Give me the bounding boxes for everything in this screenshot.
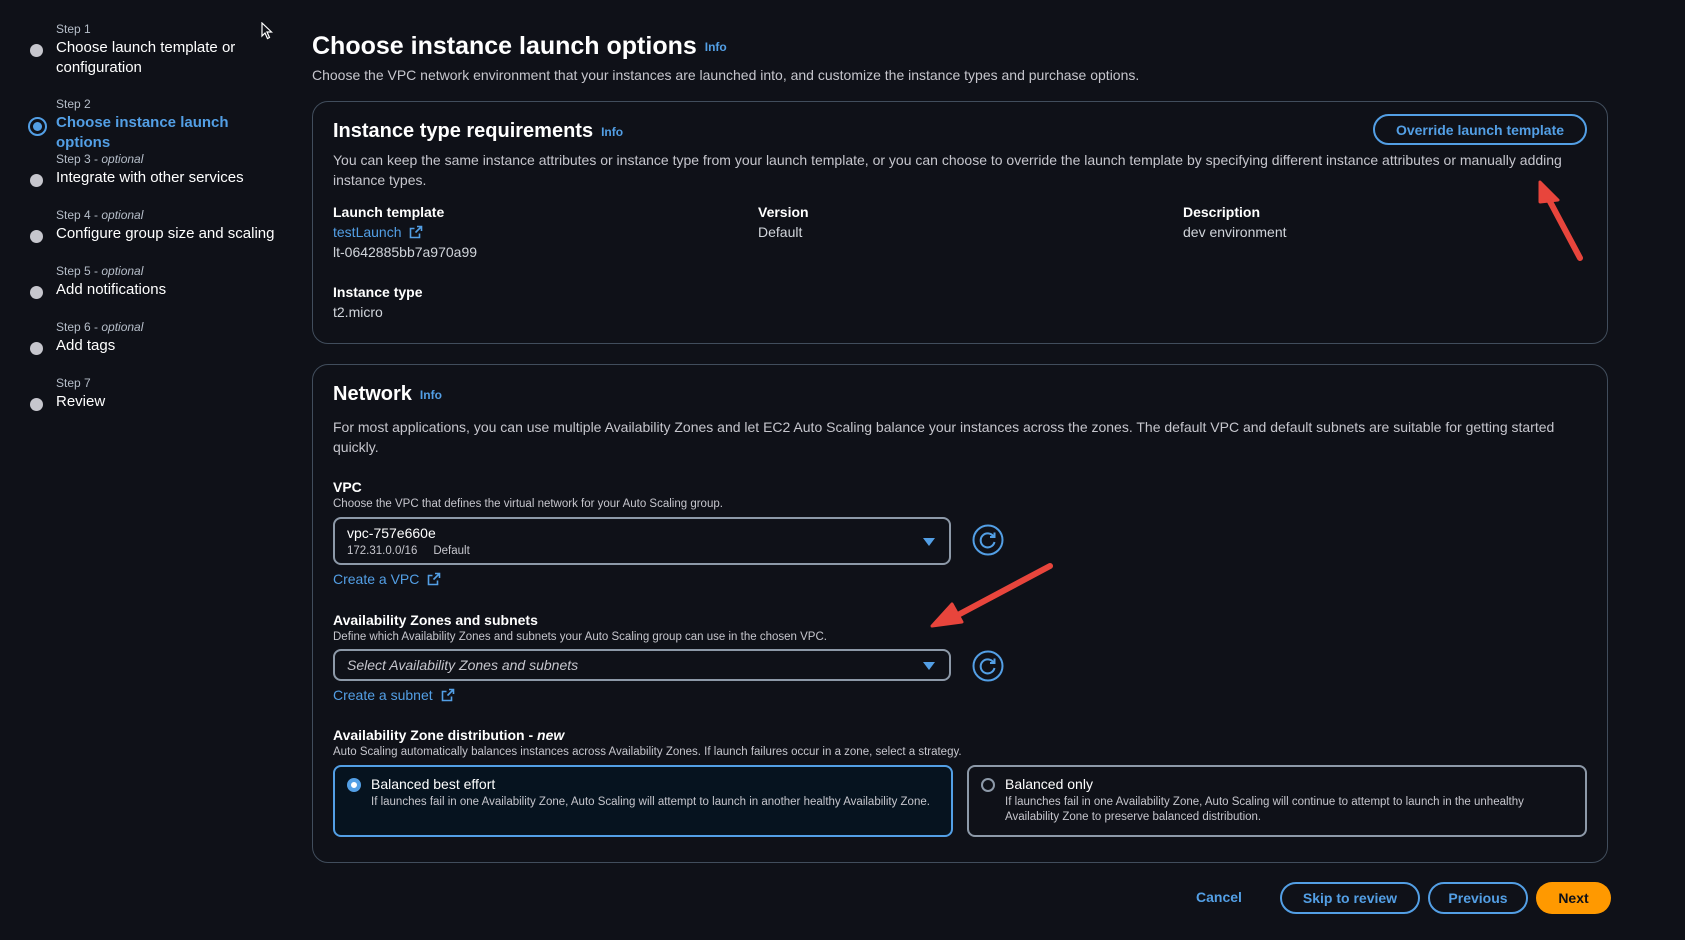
vpc-description: Choose the VPC that defines the virtual …: [333, 498, 723, 510]
step-6-number: Step 6 - optional: [56, 320, 144, 334]
step-4-number: Step 4 - optional: [56, 208, 144, 222]
launch-template-id: lt-0642885bb7a970a99: [333, 244, 478, 260]
network-description: For most applications, you can use multi…: [333, 419, 1555, 455]
balanced-only-description: If launches fail in one Availability Zon…: [1005, 796, 1524, 823]
skip-to-review-button[interactable]: Skip to review: [1280, 882, 1420, 914]
page-title: Choose instance launch options Info: [312, 32, 727, 60]
az-description: Define which Availability Zones and subn…: [333, 631, 827, 643]
chevron-down-icon: [923, 538, 935, 546]
cancel-button[interactable]: Cancel: [1190, 888, 1248, 906]
az-label: Availability Zones and subnets: [333, 612, 538, 628]
step-2-number: Step 2: [56, 97, 91, 111]
balanced-best-effort-radio[interactable]: [347, 778, 361, 792]
annotation-arrow-override-icon: [1538, 180, 1583, 261]
step-3-label[interactable]: Integrate with other services: [56, 168, 286, 188]
az-subnets-select[interactable]: Select Availability Zones and subnets: [333, 649, 951, 681]
step-2-indicator: [28, 117, 47, 136]
step-7-number: Step 7: [56, 376, 91, 390]
page-description: Choose the VPC network environment that …: [312, 67, 1140, 83]
step-5-indicator: [30, 286, 43, 299]
previous-button[interactable]: Previous: [1428, 882, 1528, 914]
instance-type-value: t2.micro: [333, 304, 383, 320]
az-refresh-icon[interactable]: [972, 650, 1004, 682]
vpc-label: VPC: [333, 479, 362, 495]
description-label: Description: [1183, 204, 1261, 220]
annotation-arrow-az-icon: [930, 563, 1053, 628]
step-5-label[interactable]: Add notifications: [56, 280, 286, 300]
vpc-selected-details: 172.31.0.0/16 Default: [347, 545, 470, 557]
az-placeholder: Select Availability Zones and subnets: [347, 657, 579, 673]
step-1[interactable]: Step 1 Choose launch template or configu…: [30, 22, 286, 78]
step-4-indicator: [30, 230, 43, 243]
chevron-down-icon: [923, 662, 935, 670]
version-label: Version: [758, 204, 809, 220]
override-launch-template-button[interactable]: Override launch template: [1373, 114, 1587, 145]
az-distribution-description: Auto Scaling automatically balances inst…: [333, 746, 962, 758]
mouse-cursor-icon: [261, 22, 273, 40]
instance-type-info-link[interactable]: Info: [601, 125, 623, 139]
step-6-indicator: [30, 342, 43, 355]
external-link-icon: [441, 688, 454, 702]
step-2-label[interactable]: Choose instance launch options: [56, 113, 286, 153]
description-value: dev environment: [1183, 224, 1287, 240]
step-5-number: Step 5 - optional: [56, 264, 144, 278]
step-1-indicator: [30, 44, 43, 57]
step-7-indicator: [30, 398, 43, 411]
balanced-best-effort-title: Balanced best effort: [371, 776, 496, 792]
create-vpc-link[interactable]: Create a VPC: [333, 571, 441, 587]
balanced-only-title: Balanced only: [1005, 776, 1093, 792]
version-value: Default: [758, 224, 803, 240]
step-3[interactable]: Step 3 - optional Integrate with other s…: [30, 152, 286, 188]
step-4-label[interactable]: Configure group size and scaling: [56, 224, 286, 244]
page-info-link[interactable]: Info: [705, 40, 727, 54]
step-6[interactable]: Step 6 - optional Add tags: [30, 320, 286, 356]
network-info-link[interactable]: Info: [420, 388, 442, 402]
step-2[interactable]: Step 2 Choose instance launch options: [28, 97, 286, 153]
step-5[interactable]: Step 5 - optional Add notifications: [30, 264, 286, 300]
vpc-select[interactable]: vpc-757e660e 172.31.0.0/16 Default: [333, 517, 951, 565]
step-6-label[interactable]: Add tags: [56, 336, 286, 356]
step-7[interactable]: Step 7 Review: [30, 376, 286, 412]
instance-type-description: You can keep the same instance attribute…: [333, 152, 1562, 188]
step-4[interactable]: Step 4 - optional Configure group size a…: [30, 208, 286, 244]
wizard-steps-nav: Step 1 Choose launch template or configu…: [0, 0, 290, 940]
balanced-best-effort-option[interactable]: Balanced best effort If launches fail in…: [333, 765, 953, 837]
step-3-number: Step 3 - optional: [56, 152, 144, 166]
instance-type-panel: Instance type requirements Info Override …: [312, 101, 1608, 344]
step-3-indicator: [30, 174, 43, 187]
step-1-number: Step 1: [56, 22, 91, 36]
vpc-selected-value: vpc-757e660e: [347, 525, 436, 541]
vpc-refresh-icon[interactable]: [972, 524, 1004, 556]
create-subnet-link[interactable]: Create a subnet: [333, 687, 455, 703]
next-button[interactable]: Next: [1536, 882, 1611, 914]
external-link-icon: [410, 225, 423, 239]
launch-template-label: Launch template: [333, 204, 445, 220]
balanced-best-effort-description: If launches fail in one Availability Zon…: [371, 796, 930, 808]
step-1-label[interactable]: Choose launch template or configuration: [56, 38, 241, 78]
step-7-label[interactable]: Review: [56, 392, 286, 412]
balanced-only-option[interactable]: Balanced only If launches fail in one Av…: [967, 765, 1587, 837]
external-link-icon: [427, 572, 441, 586]
launch-template-link[interactable]: testLaunch: [333, 224, 423, 240]
az-distribution-label: Availability Zone distribution - new: [333, 727, 565, 743]
instance-type-label: Instance type: [333, 284, 423, 300]
network-title: Network Info: [333, 383, 442, 405]
instance-type-title: Instance type requirements Info: [333, 120, 624, 142]
balanced-only-radio[interactable]: [981, 778, 995, 792]
